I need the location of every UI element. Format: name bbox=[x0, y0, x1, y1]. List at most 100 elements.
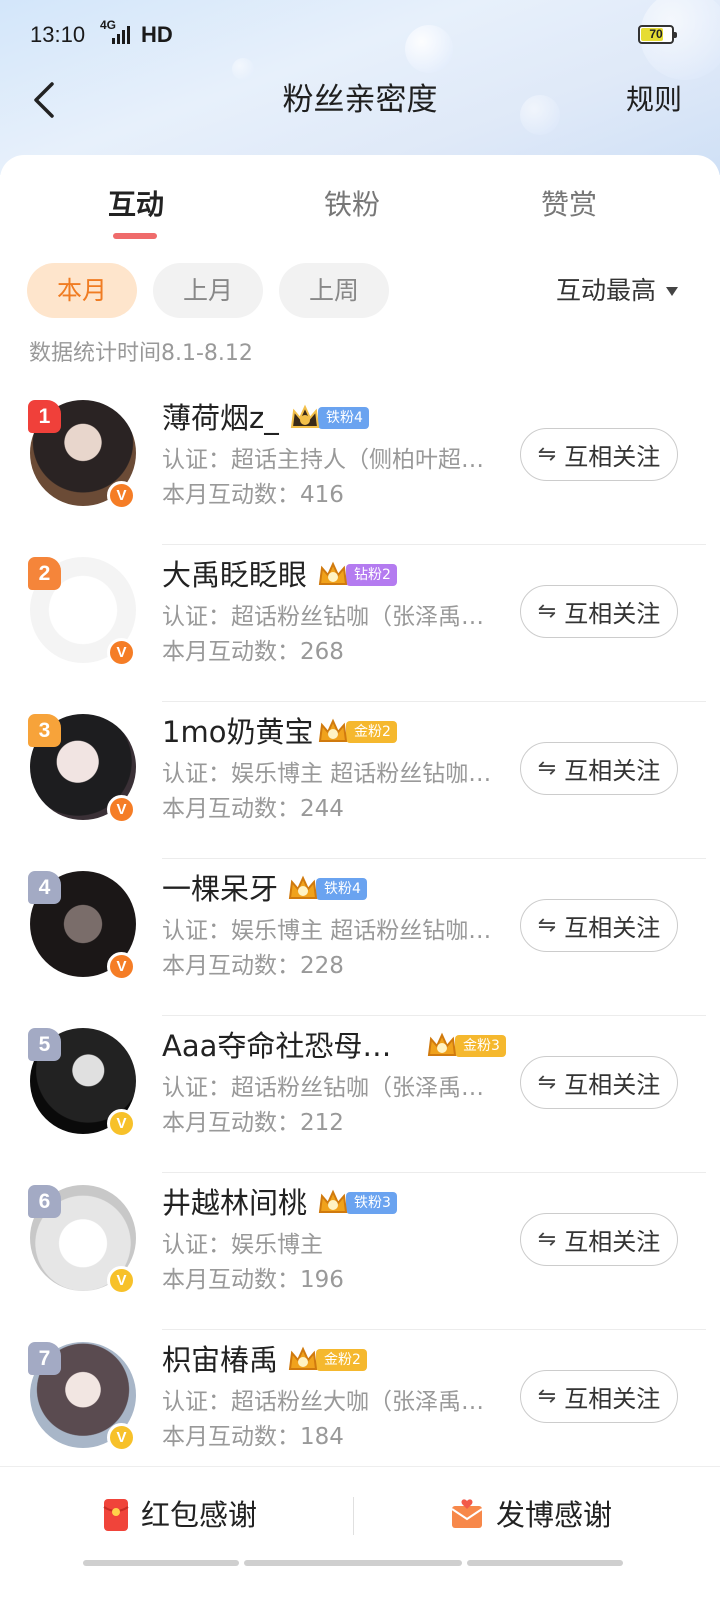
fan-name[interactable]: 一棵呆牙 bbox=[162, 869, 278, 909]
crown-icon bbox=[288, 875, 318, 899]
crown-icon bbox=[318, 718, 348, 742]
mutual-follow-label: 互相关注 bbox=[564, 1385, 661, 1413]
red-packet-icon bbox=[103, 1499, 129, 1531]
certification-text: 认证：娱乐博主 超话粉丝钻咖… bbox=[162, 761, 492, 787]
mutual-follow-label: 互相关注 bbox=[564, 1228, 661, 1256]
badge-text: 铁粉4 bbox=[318, 407, 369, 429]
badge-text: 铁粉4 bbox=[316, 878, 367, 900]
swap-arrows-icon: ⇋ bbox=[537, 913, 557, 938]
fan-row[interactable]: 2 V 大禹眨眨眼 钻粉2 认证：超话粉丝钻咖（张泽禹… 本月互动数：268 ⇋ 互相关注 bbox=[0, 545, 720, 702]
signal-icon bbox=[112, 26, 130, 44]
post-thanks-label: 发博感谢 bbox=[496, 1498, 613, 1532]
sort-dropdown[interactable]: 互动最高 bbox=[556, 272, 678, 310]
rank-badge: 1 bbox=[28, 400, 61, 433]
fan-name[interactable]: 大禹眨眨眼 bbox=[162, 555, 307, 595]
filter-last-month[interactable]: 上月 bbox=[153, 263, 263, 318]
rank-badge: 2 bbox=[28, 557, 61, 590]
rank-badge: 4 bbox=[28, 871, 61, 904]
fan-row[interactable]: 1 V 薄荷烟z_ 铁粉4 认证：超话主持人（侧柏叶超… 本月互动数：416 ⇋ 互相关注 bbox=[0, 388, 720, 545]
stat-period: 数据统计时间8.1-8.12 bbox=[29, 341, 253, 366]
crown-icon bbox=[318, 1189, 348, 1213]
tab-reward[interactable]: 赞赏 bbox=[541, 185, 597, 225]
tab-iron-fans[interactable]: 铁粉 bbox=[324, 185, 380, 225]
fan-level-badge: 金粉2 bbox=[316, 715, 397, 749]
swap-arrows-icon: ⇋ bbox=[537, 756, 557, 781]
sort-label: 互动最高 bbox=[555, 276, 656, 305]
interaction-count: 本月互动数：244 bbox=[162, 796, 344, 822]
mutual-follow-label: 互相关注 bbox=[564, 443, 661, 471]
fan-name[interactable]: Aaa夺命社恐母… bbox=[162, 1026, 391, 1066]
swap-arrows-icon: ⇋ bbox=[537, 1227, 557, 1252]
status-time: 13:10 bbox=[30, 22, 86, 47]
verified-icon: V bbox=[107, 1423, 136, 1452]
badge-text: 金粉3 bbox=[455, 1035, 506, 1057]
verified-icon: V bbox=[107, 638, 136, 667]
mutual-follow-label: 互相关注 bbox=[564, 1071, 661, 1099]
interaction-count: 本月互动数：228 bbox=[162, 953, 344, 979]
fan-name[interactable]: 1mo奶黄宝 bbox=[162, 712, 313, 752]
certification-text: 认证：超话粉丝大咖（张泽禹… bbox=[162, 1389, 484, 1415]
fan-row[interactable]: 6 V 井越林间桃 铁粉3 认证：娱乐博主 本月互动数：196 ⇋ 互相关注 bbox=[0, 1173, 720, 1330]
badge-text: 钻粉2 bbox=[346, 564, 397, 586]
mutual-follow-label: 互相关注 bbox=[564, 600, 661, 628]
filter-this-month[interactable]: 本月 bbox=[27, 263, 137, 318]
nav-pill bbox=[244, 1560, 462, 1566]
fan-level-badge: 铁粉4 bbox=[286, 872, 367, 906]
swap-arrows-icon: ⇋ bbox=[537, 442, 557, 467]
mutual-follow-button[interactable]: ⇋ 互相关注 bbox=[520, 899, 678, 952]
swap-arrows-icon: ⇋ bbox=[537, 599, 557, 624]
crown-icon bbox=[290, 404, 320, 428]
red-packet-label: 红包感谢 bbox=[141, 1498, 258, 1532]
fan-row[interactable]: 5 V Aaa夺命社恐母… 金粉3 认证：超话粉丝钻咖（张泽禹… 本月互动数：212 ⇋ 互相… bbox=[0, 1016, 720, 1173]
rank-badge: 6 bbox=[28, 1185, 61, 1218]
interaction-count: 本月互动数：416 bbox=[162, 482, 344, 508]
nav-pill bbox=[83, 1560, 239, 1566]
bottom-bar: 红包感谢 发博感谢 bbox=[0, 1466, 720, 1600]
certification-text: 认证：超话粉丝钻咖（张泽禹… bbox=[162, 604, 484, 630]
fan-level-badge: 铁粉3 bbox=[316, 1186, 397, 1220]
fan-name[interactable]: 薄荷烟z_ bbox=[162, 398, 279, 438]
mutual-follow-button[interactable]: ⇋ 互相关注 bbox=[520, 585, 678, 638]
battery-icon: 70 bbox=[638, 25, 677, 44]
hd-label: HD bbox=[141, 22, 173, 47]
rank-badge: 7 bbox=[28, 1342, 61, 1375]
fan-row[interactable]: 7 V 枳宙椿禹 金粉2 认证：超话粉丝大咖（张泽禹… 本月互动数：184 ⇋ 互相关注 bbox=[0, 1330, 720, 1487]
mail-heart-icon bbox=[451, 1499, 483, 1528]
crown-icon bbox=[288, 1346, 318, 1370]
fan-name[interactable]: 井越林间桃 bbox=[162, 1183, 307, 1223]
crown-icon bbox=[427, 1032, 457, 1056]
interaction-count: 本月互动数：184 bbox=[162, 1424, 344, 1450]
mutual-follow-button[interactable]: ⇋ 互相关注 bbox=[520, 1213, 678, 1266]
certification-text: 认证：娱乐博主 超话粉丝钻咖… bbox=[162, 918, 492, 944]
post-thanks-button[interactable]: 发博感谢 bbox=[450, 1495, 612, 1535]
fan-level-badge: 铁粉4 bbox=[288, 401, 369, 435]
rank-badge: 3 bbox=[28, 714, 61, 747]
red-packet-thanks-button[interactable]: 红包感谢 bbox=[103, 1495, 257, 1535]
rules-button[interactable]: 规则 bbox=[626, 80, 682, 120]
fan-level-badge: 钻粉2 bbox=[316, 558, 397, 592]
fan-name[interactable]: 枳宙椿禹 bbox=[162, 1340, 278, 1380]
badge-text: 金粉2 bbox=[346, 721, 397, 743]
verified-icon: V bbox=[107, 1266, 136, 1295]
interaction-count: 本月互动数：212 bbox=[162, 1110, 344, 1136]
mutual-follow-label: 互相关注 bbox=[564, 757, 661, 785]
mutual-follow-button[interactable]: ⇋ 互相关注 bbox=[520, 1056, 678, 1109]
bottom-divider bbox=[353, 1497, 354, 1535]
mutual-follow-button[interactable]: ⇋ 互相关注 bbox=[520, 742, 678, 795]
crown-icon bbox=[318, 561, 348, 585]
fan-row[interactable]: 3 V 1mo奶黄宝 金粉2 认证：娱乐博主 超话粉丝钻咖… 本月互动数：244 ⇋ 互相关注 bbox=[0, 702, 720, 859]
swap-arrows-icon: ⇋ bbox=[537, 1070, 557, 1095]
fan-level-badge: 金粉3 bbox=[425, 1029, 506, 1063]
nav-pill bbox=[467, 1560, 623, 1566]
fan-row[interactable]: 4 V 一棵呆牙 铁粉4 认证：娱乐博主 超话粉丝钻咖… 本月互动数：228 ⇋ 互相关注 bbox=[0, 859, 720, 1016]
filter-last-week[interactable]: 上周 bbox=[279, 263, 389, 318]
fan-level-badge: 金粉2 bbox=[286, 1343, 367, 1377]
mutual-follow-label: 互相关注 bbox=[564, 914, 661, 942]
verified-icon: V bbox=[107, 952, 136, 981]
verified-icon: V bbox=[107, 481, 136, 510]
mutual-follow-button[interactable]: ⇋ 互相关注 bbox=[520, 428, 678, 481]
mutual-follow-button[interactable]: ⇋ 互相关注 bbox=[520, 1370, 678, 1423]
active-tab-indicator bbox=[113, 233, 157, 239]
verified-icon: V bbox=[107, 795, 136, 824]
tab-interaction[interactable]: 互动 bbox=[108, 185, 164, 225]
